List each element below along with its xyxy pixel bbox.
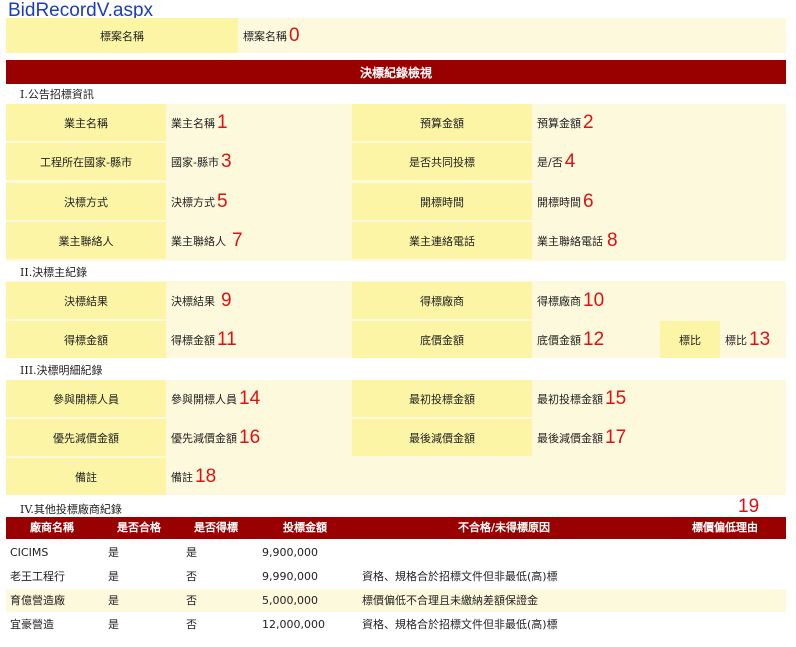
marker-16: 16 bbox=[239, 426, 261, 448]
ratio-label: 標比 bbox=[660, 321, 720, 358]
first-bid-label: 最初投標金額 bbox=[352, 380, 532, 417]
section-3-title: III.決標明細紀錄 bbox=[20, 364, 103, 377]
winner-label: 得標廠商 bbox=[352, 282, 532, 319]
budget-value: 預算金額 2 bbox=[537, 111, 594, 133]
marker-7: 7 bbox=[232, 229, 243, 251]
section-4-title: IV.其他投標廠商紀錄 bbox=[20, 503, 122, 516]
marker-18: 18 bbox=[195, 465, 217, 487]
th-qualified: 是否合格 bbox=[117, 521, 161, 534]
open-time-label: 開標時間 bbox=[352, 183, 532, 220]
contact-value: 業主聯絡人 7 bbox=[171, 229, 243, 251]
open-time-value: 開標時間 6 bbox=[537, 190, 594, 212]
marker-1: 1 bbox=[217, 111, 228, 133]
section-header: 決標紀錄檢視 bbox=[6, 60, 786, 84]
priority-cut-label: 優先減價金額 bbox=[6, 419, 166, 456]
case-name-value: 標案名稱 0 bbox=[243, 24, 300, 46]
marker-0: 0 bbox=[289, 24, 300, 46]
result-label: 決標結果 bbox=[6, 282, 166, 319]
marker-4: 4 bbox=[564, 150, 576, 172]
base-price-label: 底價金額 bbox=[352, 321, 532, 358]
th-reason: 不合格/未得標原因 bbox=[458, 521, 551, 534]
marker-15: 15 bbox=[605, 387, 627, 409]
contact-label: 業主聯絡人 bbox=[6, 222, 166, 259]
joint-label: 是否共同投標 bbox=[352, 143, 532, 180]
section-2-gap bbox=[6, 261, 786, 281]
location-label: 工程所在國家-縣市 bbox=[6, 143, 166, 180]
th-won: 是否得標 bbox=[194, 521, 238, 534]
note-value: 備註 18 bbox=[171, 465, 217, 487]
table-row: CICIMS 是 是 9,900,000 bbox=[6, 541, 786, 564]
case-name-label: 標案名稱 bbox=[6, 18, 238, 53]
attendee-value: 參與開標人員 14 bbox=[171, 387, 261, 409]
joint-value: 是/否 4 bbox=[537, 150, 576, 172]
marker-9: 9 bbox=[221, 289, 232, 311]
table-row: 育億營造廠 是 否 5,000,000 標價偏低不合理且未繳納差額保證金 bbox=[6, 589, 786, 612]
marker-14: 14 bbox=[239, 387, 261, 409]
phone-value: 業主聯絡電話 8 bbox=[537, 229, 618, 251]
phone-label: 業主連絡電話 bbox=[352, 222, 532, 259]
budget-label: 預算金額 bbox=[352, 104, 532, 141]
marker-5: 5 bbox=[217, 190, 228, 212]
th-amount: 投標金額 bbox=[283, 521, 327, 534]
section-2-title-text: II.決標主紀錄 bbox=[20, 266, 88, 279]
win-amount-label: 得標金額 bbox=[6, 321, 166, 358]
marker-3: 3 bbox=[220, 150, 232, 172]
final-cut-label: 最後減價金額 bbox=[352, 419, 532, 456]
marker-13: 13 bbox=[749, 328, 771, 350]
final-cut-value: 最後減價金額 17 bbox=[537, 426, 627, 448]
owner-value: 業主名稱 1 bbox=[171, 111, 228, 133]
win-amount-value: 得標金額 11 bbox=[171, 328, 237, 350]
marker-2: 2 bbox=[583, 111, 594, 133]
marker-10: 10 bbox=[583, 289, 605, 311]
note-label: 備註 bbox=[6, 458, 166, 495]
method-value: 決標方式 5 bbox=[171, 190, 228, 212]
base-price-value: 底價金額 12 bbox=[537, 328, 605, 350]
marker-12: 12 bbox=[583, 328, 605, 350]
location-value: 國家-縣市 3 bbox=[171, 150, 232, 172]
marker-17: 17 bbox=[605, 426, 627, 448]
table-row: 宜豪營造 是 否 12,000,000 資格、規格合於招標文件但非最低(高)標 bbox=[6, 613, 786, 636]
marker-8: 8 bbox=[607, 229, 618, 251]
method-label: 決標方式 bbox=[6, 183, 166, 220]
attendee-label: 參與開標人員 bbox=[6, 380, 166, 417]
table-row: 老王工程行 是 否 9,990,000 資格、規格合於招標文件但非最低(高)標 bbox=[6, 565, 786, 588]
marker-6: 6 bbox=[583, 190, 594, 212]
winner-value: 得標廠商 10 bbox=[537, 289, 605, 311]
marker-11: 11 bbox=[217, 328, 237, 350]
th-low-price-reason: 標價偏低理由 bbox=[692, 521, 758, 534]
priority-cut-value: 優先減價金額 16 bbox=[171, 426, 261, 448]
th-vendor: 廠商名稱 bbox=[30, 521, 74, 534]
section-1-title: I.公告招標資訊 bbox=[20, 88, 94, 101]
ratio-value: 標比 13 bbox=[725, 328, 771, 350]
owner-label: 業主名稱 bbox=[6, 104, 166, 141]
first-bid-value: 最初投標金額 15 bbox=[537, 387, 627, 409]
result-value: 決標結果 9 bbox=[171, 289, 232, 311]
marker-19: 19 bbox=[738, 496, 760, 517]
